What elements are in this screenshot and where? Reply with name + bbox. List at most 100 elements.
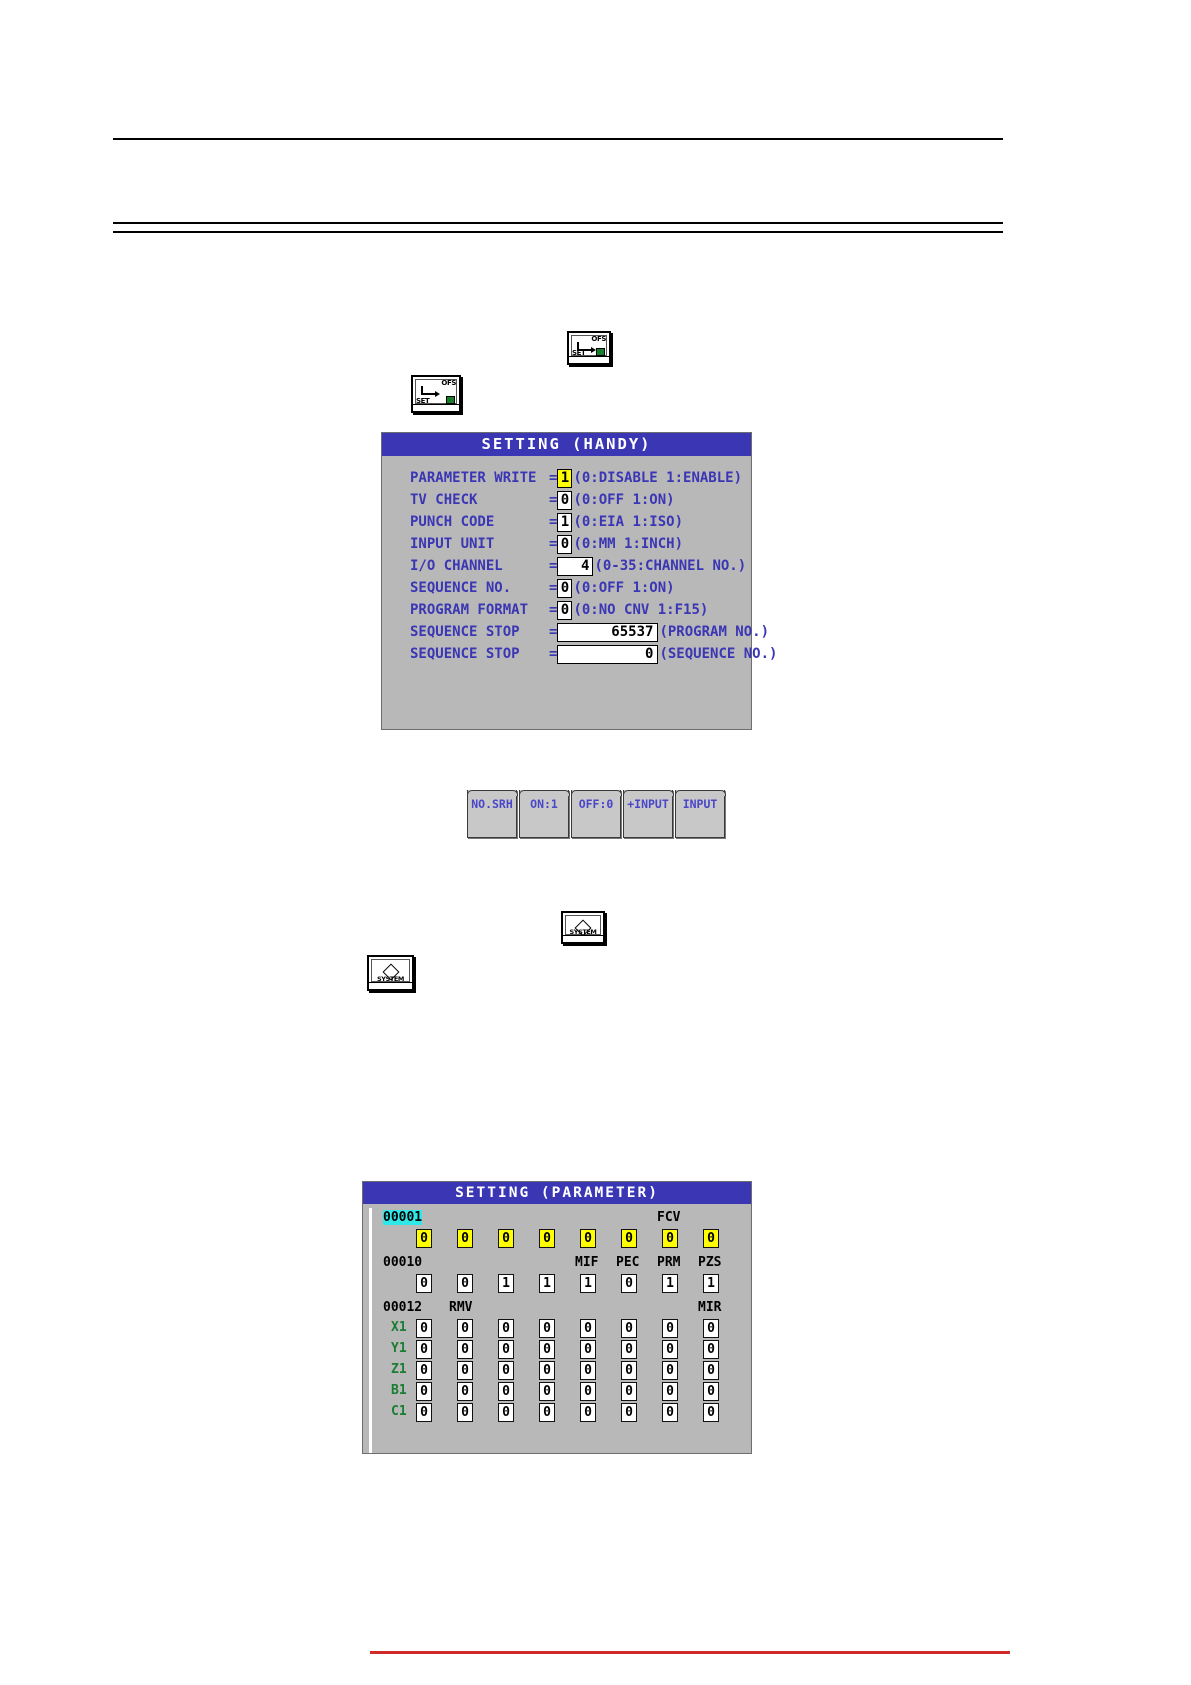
- parameter-number[interactable]: 00012: [383, 1300, 422, 1315]
- green-indicator-icon: [596, 348, 605, 356]
- ofs-label: OFS: [441, 379, 456, 387]
- parameter-bit-cell[interactable]: 0: [498, 1340, 514, 1359]
- handy-row-label: SEQUENCE NO.: [410, 580, 512, 596]
- parameter-bit-cell[interactable]: 0: [621, 1382, 637, 1401]
- handy-row-value[interactable]: 0: [557, 578, 573, 598]
- handy-row-label: PROGRAM FORMAT: [410, 602, 529, 618]
- parameter-bit-cell[interactable]: 0: [662, 1340, 678, 1359]
- parameter-bit-cell[interactable]: 0: [662, 1361, 678, 1380]
- parameter-bit-cell[interactable]: 0: [539, 1403, 555, 1422]
- handy-row-value[interactable]: 4: [557, 556, 594, 576]
- parameter-bit-cell[interactable]: 0: [580, 1229, 596, 1248]
- parameter-bit-cell[interactable]: 0: [621, 1361, 637, 1380]
- softkey-input[interactable]: INPUT: [674, 790, 726, 838]
- handy-row-value[interactable]: 0: [557, 490, 573, 510]
- parameter-bit-cell[interactable]: 0: [457, 1274, 473, 1293]
- parameter-bit-cell[interactable]: 0: [416, 1403, 432, 1422]
- parameter-axis-label: C1: [391, 1404, 407, 1419]
- handy-row-value[interactable]: 0: [557, 644, 659, 664]
- parameter-bit-cell[interactable]: 0: [662, 1319, 678, 1338]
- handy-row-value[interactable]: 65537: [557, 622, 659, 642]
- parameter-bit-cell[interactable]: 0: [416, 1340, 432, 1359]
- parameter-number[interactable]: 00001: [383, 1210, 423, 1225]
- softkey-on-1[interactable]: ON:1: [518, 790, 570, 838]
- parameter-bit-cell[interactable]: 0: [457, 1382, 473, 1401]
- parameter-bit-cell[interactable]: 0: [703, 1382, 719, 1401]
- parameter-bit-cell[interactable]: 0: [416, 1229, 432, 1248]
- parameter-bit-cell[interactable]: 0: [416, 1361, 432, 1380]
- parameter-bit-cell[interactable]: 1: [498, 1274, 514, 1293]
- parameter-bit-cell[interactable]: 0: [662, 1382, 678, 1401]
- parameter-bit-cell[interactable]: 0: [580, 1403, 596, 1422]
- parameter-bit-cell[interactable]: 0: [621, 1340, 637, 1359]
- handy-row-value[interactable]: 0: [557, 600, 573, 620]
- parameter-bit-cell[interactable]: 0: [457, 1340, 473, 1359]
- parameter-bit-cell[interactable]: 0: [498, 1229, 514, 1248]
- parameter-bit-cell[interactable]: 0: [498, 1403, 514, 1422]
- softkey-no-srh[interactable]: NO.SRH: [466, 790, 518, 838]
- scroll-rail[interactable]: [369, 1208, 372, 1453]
- parameter-bit-cell[interactable]: 0: [703, 1361, 719, 1380]
- parameter-bit-cell[interactable]: 0: [621, 1229, 637, 1248]
- handy-row-equals: =: [549, 492, 558, 508]
- handy-setting-row: SEQUENCE STOP = 65537 (PROGRAM NO.): [382, 621, 769, 643]
- parameter-bit-cell[interactable]: 0: [457, 1361, 473, 1380]
- top-divider-rule: [113, 138, 1003, 140]
- parameter-bit-cell[interactable]: 0: [539, 1319, 555, 1338]
- parameter-bit-mnemonic: PZS: [698, 1255, 722, 1270]
- parameter-axis-label: B1: [391, 1383, 407, 1398]
- handy-row-value[interactable]: 1: [557, 512, 573, 532]
- system-key-secondary[interactable]: SYSTEM: [367, 955, 414, 991]
- handy-screen-title: SETTING (HANDY): [382, 433, 751, 456]
- handy-row-value[interactable]: 1: [557, 468, 573, 488]
- parameter-bit-cell[interactable]: 0: [416, 1382, 432, 1401]
- parameter-bit-cell[interactable]: 0: [621, 1274, 637, 1293]
- parameter-bit-cell[interactable]: 0: [416, 1319, 432, 1338]
- parameter-bit-cell[interactable]: 0: [539, 1361, 555, 1380]
- parameter-bit-cell[interactable]: 0: [621, 1319, 637, 1338]
- parameter-bit-cell[interactable]: 0: [580, 1340, 596, 1359]
- parameter-bit-cell[interactable]: 0: [621, 1403, 637, 1422]
- softkey-label: OFF:0: [578, 797, 614, 811]
- handy-row-label: INPUT UNIT: [410, 536, 495, 552]
- offset-setting-key-secondary[interactable]: OFS SET: [411, 375, 461, 413]
- handy-row-options: (0:EIA 1:ISO): [573, 514, 684, 530]
- parameter-bit-cell[interactable]: 0: [498, 1361, 514, 1380]
- key-base: [369, 982, 412, 989]
- parameter-bit-cell[interactable]: 0: [703, 1319, 719, 1338]
- parameter-bit-cell[interactable]: 0: [580, 1319, 596, 1338]
- parameter-bit-cell[interactable]: 0: [703, 1403, 719, 1422]
- parameter-bit-cell[interactable]: 0: [703, 1229, 719, 1248]
- parameter-bit-cell[interactable]: 0: [498, 1382, 514, 1401]
- parameter-bit-cell[interactable]: 0: [539, 1340, 555, 1359]
- handy-row-options: (0:OFF 1:ON): [573, 492, 675, 508]
- handy-setting-row: INPUT UNIT = 0 (0:MM 1:INCH): [382, 533, 751, 555]
- parameter-bit-cell[interactable]: 0: [457, 1403, 473, 1422]
- system-key[interactable]: SYSTEM: [561, 911, 605, 944]
- parameter-bit-cell[interactable]: 1: [580, 1274, 596, 1293]
- softkey-plus-input[interactable]: +INPUT: [622, 790, 674, 838]
- handy-row-equals: =: [549, 558, 558, 574]
- offset-setting-key[interactable]: OFS SET: [567, 331, 611, 365]
- parameter-bit-cell[interactable]: 1: [662, 1274, 678, 1293]
- handy-screen-body: PARAMETER WRITE = 1 (0:DISABLE 1:ENABLE) TV …: [382, 456, 777, 665]
- parameter-bit-cell[interactable]: 0: [580, 1361, 596, 1380]
- parameter-bit-cell[interactable]: 0: [457, 1319, 473, 1338]
- softkey-off-0[interactable]: OFF:0: [570, 790, 622, 838]
- parameter-bit-cell[interactable]: 0: [662, 1403, 678, 1422]
- parameter-bit-cell[interactable]: 1: [539, 1274, 555, 1293]
- parameter-bit-cell[interactable]: 0: [580, 1382, 596, 1401]
- handy-row-value[interactable]: 0: [557, 534, 573, 554]
- handy-row-label: PUNCH CODE: [410, 514, 495, 530]
- parameter-bit-cell[interactable]: 0: [416, 1274, 432, 1293]
- parameter-bit-cell[interactable]: 1: [703, 1274, 719, 1293]
- parameter-number[interactable]: 00010: [383, 1255, 422, 1270]
- parameter-bit-cell[interactable]: 0: [539, 1382, 555, 1401]
- parameter-bit-cell[interactable]: 0: [703, 1340, 719, 1359]
- parameter-bit-cell[interactable]: 0: [498, 1319, 514, 1338]
- handy-setting-row: PUNCH CODE = 1 (0:EIA 1:ISO): [382, 511, 751, 533]
- handy-row-options: (0:MM 1:INCH): [573, 536, 684, 552]
- parameter-bit-cell[interactable]: 0: [539, 1229, 555, 1248]
- parameter-bit-cell[interactable]: 0: [457, 1229, 473, 1248]
- parameter-bit-cell[interactable]: 0: [662, 1229, 678, 1248]
